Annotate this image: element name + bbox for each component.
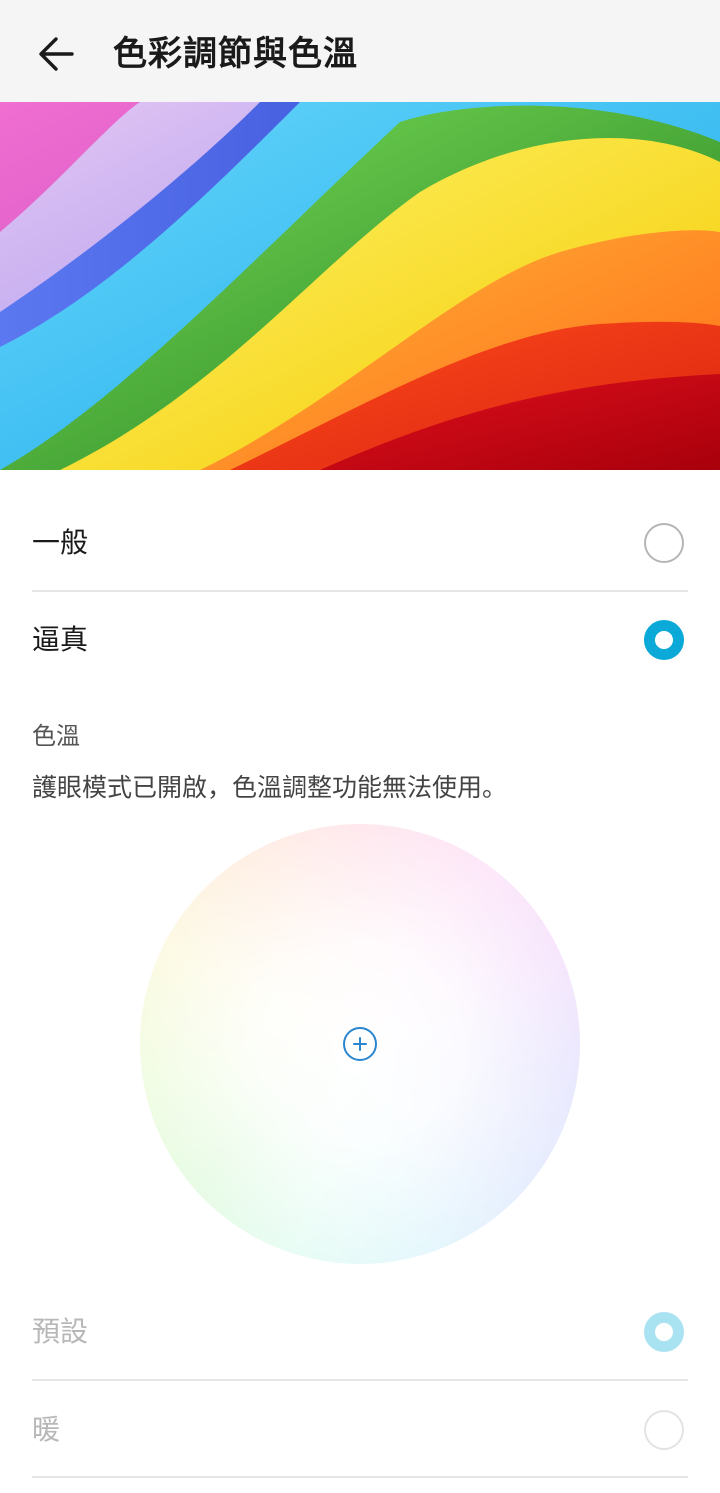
color-preview-image — [0, 102, 720, 470]
option-default[interactable]: 預設 — [32, 1284, 688, 1380]
radio-warm[interactable] — [644, 1410, 684, 1450]
page-title: 色彩調節與色溫 — [113, 34, 358, 74]
divider — [32, 1379, 688, 1381]
radio-normal[interactable] — [644, 523, 684, 563]
divider — [32, 1476, 688, 1478]
option-warm[interactable]: 暖 — [32, 1382, 688, 1478]
radio-vivid[interactable] — [644, 620, 684, 660]
plus-circle-icon[interactable] — [342, 1026, 378, 1062]
eye-comfort-notice: 護眼模式已開啟，色溫調整功能無法使用。 — [32, 773, 508, 802]
option-warm-label: 暖 — [32, 1413, 61, 1446]
radio-default[interactable] — [644, 1312, 684, 1352]
option-normal[interactable]: 一般 — [32, 495, 688, 591]
color-temperature-heading: 色溫 — [32, 722, 80, 750]
option-default-label: 預設 — [32, 1315, 89, 1348]
option-vivid[interactable]: 逼真 — [32, 592, 688, 688]
arrow-left-icon — [39, 37, 74, 71]
title-bar: 色彩調節與色溫 — [0, 0, 720, 102]
option-vivid-label: 逼真 — [32, 623, 89, 656]
back-button[interactable] — [24, 24, 88, 84]
option-normal-label: 一般 — [32, 526, 89, 559]
